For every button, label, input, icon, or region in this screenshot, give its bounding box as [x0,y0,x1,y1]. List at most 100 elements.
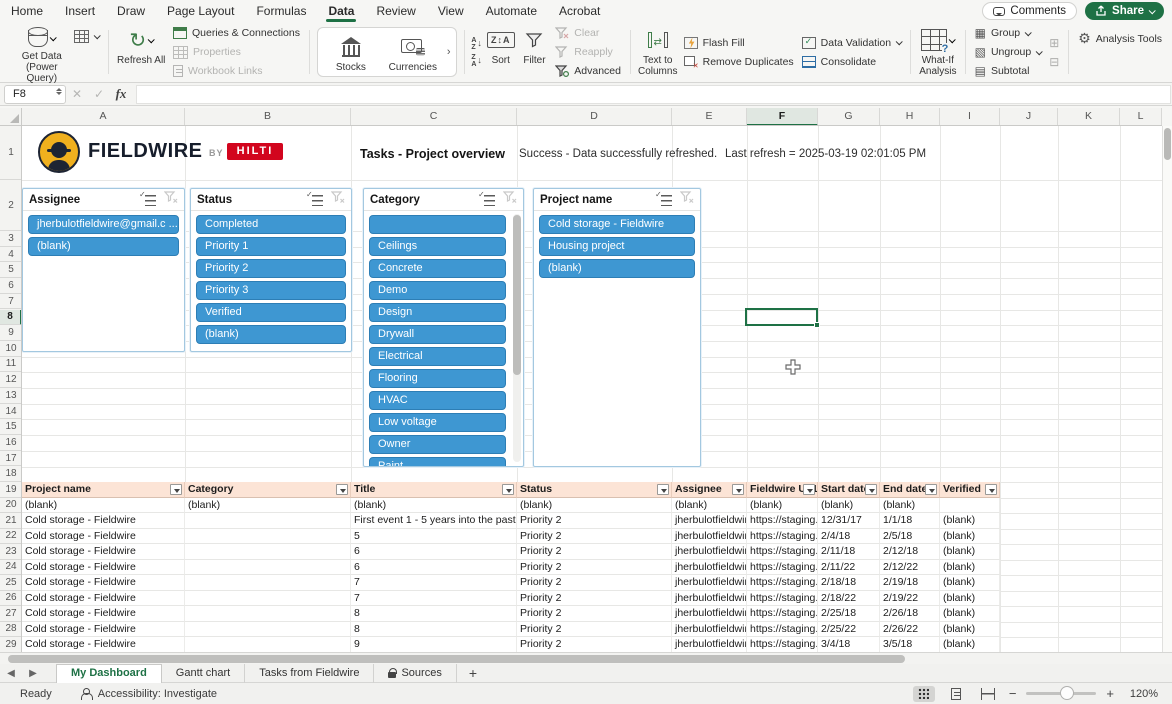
table-cell[interactable]: (blank) [747,498,818,514]
table-cell[interactable]: https://staging. [747,513,818,529]
table-cell[interactable]: 2/26/18 [880,606,940,622]
table-cell[interactable]: (blank) [940,622,1000,638]
row-header-18[interactable]: 18 [0,467,22,483]
horizontal-scrollbar-thumb[interactable] [8,655,905,663]
from-table-button[interactable] [70,24,103,80]
table-cell[interactable]: (blank) [517,498,672,514]
column-header-H[interactable]: H [880,108,940,126]
table-cell[interactable]: 8 [351,622,517,638]
slicer-item[interactable]: Owner [369,435,506,454]
zoom-in-button[interactable]: + [1106,686,1114,701]
table-cell[interactable]: 2/26/22 [880,622,940,638]
table-cell[interactable]: https://staging. [747,591,818,607]
get-data-button[interactable]: Get Data (Power Query) [14,24,70,80]
advanced-filter-button[interactable]: Advanced [555,63,621,80]
row-header-20[interactable]: 20 [0,498,22,514]
table-cell[interactable]: (blank) [940,513,1000,529]
properties-button[interactable]: Properties [173,44,300,61]
column-header-J[interactable]: J [1000,108,1058,126]
slicer-item[interactable]: Verified [196,303,346,322]
table-cell[interactable]: https://staging. [747,544,818,560]
table-cell[interactable] [185,637,351,652]
table-cell[interactable]: 2/4/18 [818,529,880,545]
slicer-item[interactable]: Flooring [369,369,506,388]
name-box[interactable]: F8 [4,85,66,104]
table-cell[interactable]: (blank) [940,575,1000,591]
table-cell[interactable]: (blank) [940,544,1000,560]
sort-descending-button[interactable]: ZA↓ [471,54,482,68]
row-header-14[interactable]: 14 [0,404,22,420]
name-box-spinner[interactable] [56,88,62,95]
table-cell[interactable]: Priority 2 [517,529,672,545]
table-cell[interactable]: 2/18/22 [818,591,880,607]
stocks-button[interactable]: Stocks [320,31,382,73]
table-cell[interactable] [185,575,351,591]
row-header-13[interactable]: 13 [0,388,22,404]
clear-filter-icon[interactable] [503,191,517,209]
table-header-verified[interactable]: Verified [940,482,1000,498]
share-button[interactable]: Share [1085,2,1164,20]
table-cell[interactable] [185,529,351,545]
table-header-status[interactable]: Status [517,482,672,498]
table-cell[interactable]: 6 [351,560,517,576]
row-header-8[interactable]: 8 [0,310,22,326]
table-cell[interactable]: Cold storage - Fieldwire [22,529,185,545]
comments-button[interactable]: Comments [982,2,1077,20]
row-header-25[interactable]: 25 [0,575,22,591]
column-header-B[interactable]: B [185,108,351,126]
filter-dropdown-button[interactable] [502,484,514,495]
table-cell[interactable]: 2/12/22 [880,560,940,576]
workbook-links-button[interactable]: Workbook Links [173,63,300,80]
filter-dropdown-button[interactable] [732,484,744,495]
table-cell[interactable]: (blank) [940,591,1000,607]
ribbon-tab-automate[interactable]: Automate [475,0,548,22]
table-header-fieldwire-url[interactable]: Fieldwire URL [747,482,818,498]
clear-filter-icon[interactable] [331,191,345,209]
group-button[interactable]: ▦Group [975,25,1042,42]
table-cell[interactable]: https://staging. [747,560,818,576]
select-all-corner[interactable] [0,108,22,126]
table-cell[interactable]: jherbulotfieldwire [672,637,747,652]
row-header-2[interactable]: 2 [0,180,22,231]
table-cell[interactable] [185,606,351,622]
table-cell[interactable]: First event 1 - 5 years into the past [351,513,517,529]
slicer-item[interactable]: Housing project [539,237,695,256]
slicer-item[interactable]: Cold storage - Fieldwire [539,215,695,234]
row-header-9[interactable]: 9 [0,325,22,341]
slicer-item[interactable]: (blank) [196,325,346,344]
table-cell[interactable]: Priority 2 [517,606,672,622]
remove-duplicates-button[interactable]: Remove Duplicates [684,53,794,70]
multi-select-icon[interactable] [141,194,156,206]
text-to-columns-button[interactable]: ⇄ Text to Columns [636,24,680,80]
multi-select-icon[interactable] [308,194,323,206]
slicer-scrollbar-thumb[interactable] [513,215,521,375]
slicer-item[interactable]: (blank) [28,237,179,256]
add-sheet-button[interactable]: + [457,665,489,681]
table-cell[interactable] [185,544,351,560]
row-header-7[interactable]: 7 [0,294,22,310]
table-cell[interactable]: Priority 2 [517,513,672,529]
table-cell[interactable]: https://staging. [747,637,818,652]
row-header-3[interactable]: 3 [0,231,22,247]
slicer-item[interactable]: Low voltage [369,413,506,432]
filter-dropdown-button[interactable] [925,484,937,495]
clear-filter-icon[interactable] [680,191,694,209]
table-cell[interactable]: 2/19/22 [880,591,940,607]
table-cell[interactable]: jherbulotfieldwire [672,544,747,560]
table-header-title[interactable]: Title [351,482,517,498]
gallery-more-button[interactable]: › [444,46,454,58]
column-header-F[interactable]: F [747,108,818,126]
column-header-C[interactable]: C [351,108,517,126]
slicer-item[interactable]: Paint [369,457,506,466]
filter-dropdown-button[interactable] [803,484,815,495]
normal-view-button[interactable] [913,686,935,702]
table-cell[interactable]: jherbulotfieldwire [672,529,747,545]
table-cell[interactable]: 2/19/18 [880,575,940,591]
insert-function-button[interactable]: fx [110,86,132,102]
row-header-4[interactable]: 4 [0,247,22,263]
slicer-item[interactable]: Ceilings [369,237,506,256]
row-header-17[interactable]: 17 [0,451,22,467]
row-header-12[interactable]: 12 [0,372,22,388]
table-header-assignee[interactable]: Assignee [672,482,747,498]
table-cell[interactable]: 2/11/22 [818,560,880,576]
